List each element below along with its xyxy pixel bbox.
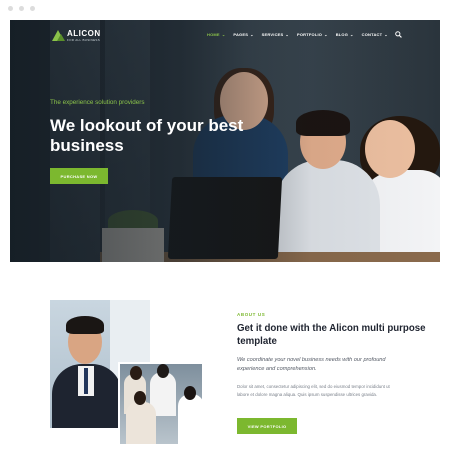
nav-item-label: CONTACT [361,32,383,37]
nav-item-contact[interactable]: CONTACT ⌄ [362,32,388,37]
chevron-down-icon: ⌄ [350,32,354,37]
logo-icon-inner [57,34,65,41]
chevron-down-icon: ⌄ [221,32,226,37]
chevron-down-icon: ⌄ [384,32,388,37]
photo-team-head [184,386,196,400]
chevron-down-icon: ⌄ [285,32,289,37]
photo-team-head [157,364,169,378]
photo-person-tie [84,368,88,394]
window-dot [30,6,35,11]
logo-name[interactable]: ALICON [67,29,101,38]
nav-item-blog[interactable]: BLOG ⌄ [336,32,354,37]
nav-menu: HOME ⌄ PAGES ⌄ SERVICES ⌄ PORTFOLIO ⌄ BL… [207,32,388,37]
about-eyebrow: ABOUT US [237,312,266,317]
about-lead-text: We coordinate your novel business needs … [237,357,386,372]
main-navigation: ALICON FOR ALL BUSINESS HOME ⌄ PAGES ⌄ S… [10,20,440,50]
nav-item-label: PAGES [233,32,249,37]
nav-item-services[interactable]: SERVICES ⌄ [262,32,289,37]
about-photo-team [118,362,204,446]
nav-item-pages[interactable]: PAGES ⌄ [233,32,253,37]
about-body-text: Dolor sit amet, consectetur adipiscing e… [237,384,390,397]
nav-item-label: HOME [207,32,220,37]
purchase-now-button[interactable]: PURCHASE NOW [50,168,108,184]
about-title: Get it done with the Alicon multi purpos… [237,323,426,347]
hero-title: We lookout of your best business [50,116,244,155]
nav-item-label: PORTFOLIO [296,32,323,37]
window-dot [19,6,24,11]
nav-item-label: BLOG [335,32,349,37]
photo-team-member [126,402,156,444]
photo-team-head [134,391,146,405]
search-icon[interactable] [395,31,402,38]
browser-window-dots [8,6,35,11]
window-dot [8,6,13,11]
photo-team-member [178,394,202,444]
photo-team-head [130,366,142,380]
view-portfolio-button[interactable]: VIEW PORTFOLIO [237,418,297,434]
chevron-down-icon: ⌄ [324,32,328,37]
logo-tagline: FOR ALL BUSINESS [67,38,101,42]
chevron-down-icon: ⌄ [250,32,254,37]
hero-eyebrow: The experience solution providers [50,99,145,106]
nav-item-home[interactable]: HOME ⌄ [207,32,225,37]
nav-item-portfolio[interactable]: PORTFOLIO ⌄ [297,32,328,37]
nav-item-label: SERVICES [261,32,284,37]
photo-person-hair [66,316,104,334]
